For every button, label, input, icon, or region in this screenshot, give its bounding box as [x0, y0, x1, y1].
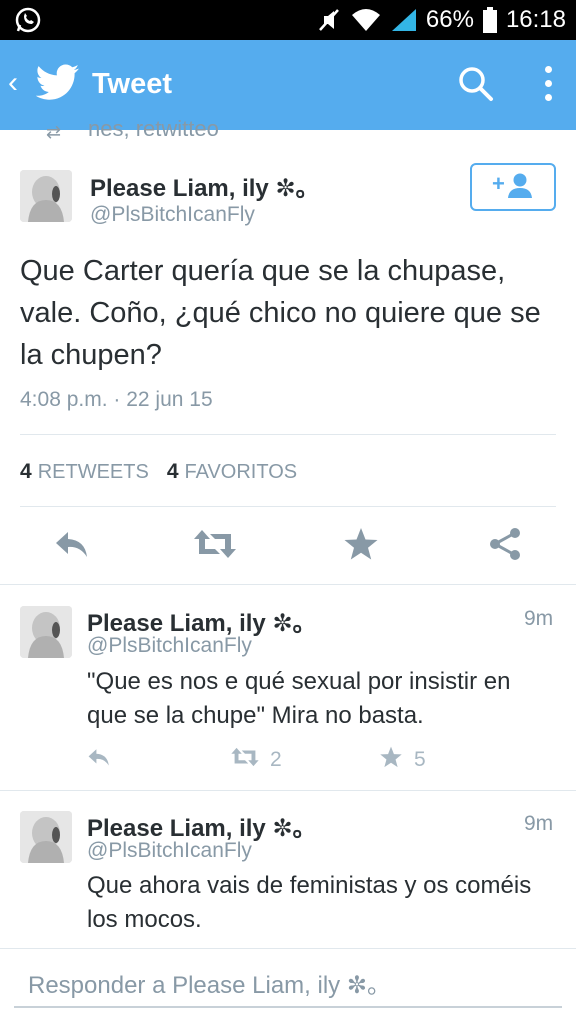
favorite-icon[interactable] [342, 524, 380, 569]
reply-text: "Que es nos e qué sexual por insistir en… [87, 668, 511, 729]
favorites-label: FAVORITOS [184, 461, 298, 483]
divider [0, 948, 576, 949]
divider [0, 790, 576, 791]
retweet-button[interactable]: 2 [230, 744, 282, 776]
reply-author-name[interactable]: Please Liam, ily ✼。 [87, 603, 317, 638]
signal-icon [390, 7, 418, 33]
page-title: Tweet [92, 68, 173, 100]
battery-icon [482, 6, 498, 34]
svg-text:+: + [492, 171, 505, 196]
reply-author-name[interactable]: Please Liam, ily ✼。 [87, 808, 317, 843]
battery-percent: 66% [425, 6, 474, 33]
author-handle[interactable]: @PlsBitchIcanFly [90, 203, 255, 227]
reply-time: 9m [524, 812, 554, 835]
retweet-icon[interactable] [192, 524, 238, 569]
reply-author-handle[interactable]: @PlsBitchIcanFly [87, 634, 252, 658]
tweet-stats: 4 RETWEETS 4 FAVORITOS [20, 460, 297, 484]
favorites-count: 4 [166, 460, 179, 483]
favorite-icon [378, 744, 404, 776]
reply-text: Que ahora vais de feministas y os coméis… [87, 872, 532, 933]
favorite-count: 5 [414, 748, 426, 771]
avatar[interactable] [20, 811, 72, 863]
retweeted-text: nes, retwitteo [88, 116, 219, 140]
add-user-icon: + [492, 171, 534, 204]
tweet-actions [0, 524, 576, 568]
favorite-button[interactable]: 5 [378, 744, 426, 776]
reply-icon[interactable] [86, 744, 112, 770]
reply-input[interactable] [14, 964, 562, 1008]
reply-time: 9m [524, 607, 554, 630]
wifi-icon [350, 7, 382, 33]
author-name[interactable]: Please Liam, ily ✼。 [90, 168, 320, 203]
reply-compose [14, 964, 562, 1008]
reply-icon[interactable] [52, 524, 92, 569]
follow-button[interactable]: + [470, 163, 556, 211]
whatsapp-icon [14, 6, 42, 39]
tweet-timestamp: 4:08 p.m. · 22 jun 15 [20, 388, 213, 411]
search-icon[interactable] [458, 66, 494, 107]
twitter-bird-icon[interactable] [35, 64, 80, 107]
back-icon[interactable]: ‹ [8, 66, 18, 100]
more-icon[interactable] [538, 64, 558, 104]
mute-icon [316, 7, 342, 33]
divider [20, 434, 556, 435]
retweet-small-icon: ⇄ [46, 122, 62, 140]
share-icon[interactable] [486, 524, 524, 569]
reply-actions: 2 5 [0, 744, 576, 774]
divider [20, 506, 556, 507]
retweet-icon [230, 744, 260, 776]
tweet-text: Que Carter quería que se la chupase, val… [20, 255, 541, 371]
retweets-count: 4 [20, 460, 32, 483]
retweet-count: 2 [270, 748, 282, 771]
avatar[interactable] [20, 606, 72, 658]
reply-author-handle[interactable]: @PlsBitchIcanFly [87, 839, 252, 863]
retweeted-header: ⇄ nes, retwitteo [46, 110, 346, 140]
favorites-stat[interactable]: 4 FAVORITOS [166, 460, 298, 483]
avatar[interactable] [20, 170, 72, 222]
divider [0, 584, 576, 585]
retweets-stat[interactable]: 4 RETWEETS [20, 460, 149, 483]
retweets-label: RETWEETS [37, 461, 149, 483]
status-bar: 66% 16:18 [0, 0, 576, 40]
clock: 16:18 [505, 6, 566, 33]
